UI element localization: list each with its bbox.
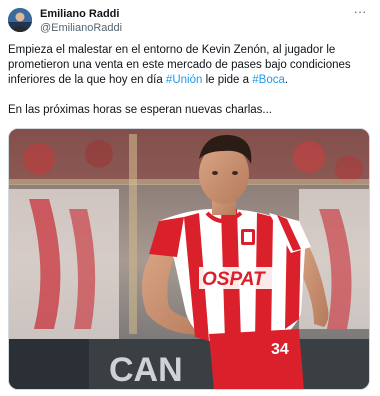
football-player-photo: CAN OSPAT 34 [9, 129, 369, 389]
tweet-text-part: le pide a [202, 74, 253, 86]
author-handle[interactable]: @EmilianoRaddi [40, 22, 122, 35]
more-button[interactable]: ··· [350, 4, 370, 20]
ad-board-text: CAN [109, 351, 183, 389]
author-display-name[interactable]: Emiliano Raddi [40, 8, 122, 21]
tweet-text: Empieza el malestar en el entorno de Kev… [8, 43, 372, 118]
tweet-card: Emiliano Raddi @EmilianoRaddi ··· Empiez… [0, 0, 380, 396]
tweet-photo[interactable]: CAN OSPAT 34 [8, 128, 370, 390]
avatar[interactable] [8, 8, 32, 32]
jersey-sponsor: OSPAT [202, 269, 266, 290]
hashtag-boca-link[interactable]: #Boca [252, 74, 285, 86]
jersey-number: 34 [271, 341, 289, 358]
more-horizontal-icon: ··· [353, 4, 367, 19]
tweet-text-part: . [284, 74, 289, 86]
hashtag-union-link[interactable]: #Unión [166, 74, 202, 86]
author-info: Emiliano Raddi @EmilianoRaddi [40, 8, 122, 35]
tweet-paragraph-1: Empieza el malestar en el entorno de Kev… [8, 43, 372, 88]
tweet-paragraph-2: En las próximas horas se esperan nuevas … [8, 104, 272, 116]
